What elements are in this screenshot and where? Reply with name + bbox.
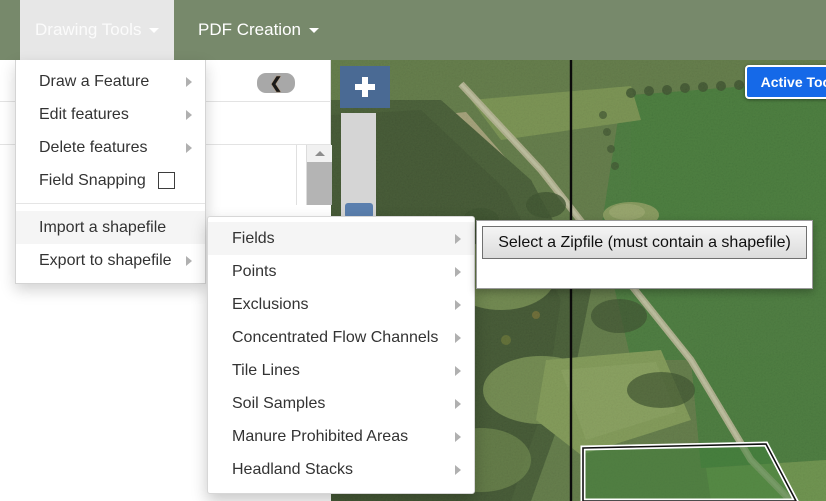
menu-item-label: Delete features (39, 138, 148, 156)
submenu-item-label: Concentrated Flow Channels (232, 328, 439, 346)
top-navbar: Drawing Tools PDF Creation (0, 0, 826, 60)
field-polygon (580, 441, 799, 501)
plus-icon (355, 77, 375, 97)
submenu-item-label: Fields (232, 229, 275, 247)
caret-down-icon (149, 27, 160, 33)
chevron-right-icon (186, 76, 192, 87)
menu-item-export-to-shapefile[interactable]: Export to shapefile (16, 244, 205, 277)
chevron-right-icon (455, 365, 461, 376)
sidebar-scrollbar[interactable] (306, 145, 332, 205)
chevron-right-icon (186, 109, 192, 120)
status-badge-active-tool: Active Tool: Edit (744, 65, 826, 99)
chevron-right-icon (455, 464, 461, 475)
submenu-item-label: Exclusions (232, 295, 309, 313)
menu-item-label: Edit features (39, 105, 129, 123)
submenu-item-headland-stacks[interactable]: Headland Stacks (208, 453, 474, 486)
menu-item-label: Import a shapefile (39, 218, 167, 236)
caret-down-icon (308, 27, 319, 33)
chevron-right-icon (455, 233, 461, 244)
submenu-item-label: Headland Stacks (232, 460, 353, 478)
submenu-item-label: Manure Prohibited Areas (232, 427, 409, 445)
sidebar-collapse-button[interactable]: ❮ (257, 73, 295, 93)
submenu-item-label: Soil Samples (232, 394, 326, 412)
chevron-right-icon (186, 255, 192, 266)
select-zipfile-body (477, 259, 812, 288)
menu-item-label: Draw a Feature (39, 72, 150, 90)
chevron-right-icon (455, 266, 461, 277)
nav-item-drawing-tools-label: Drawing Tools (35, 20, 142, 39)
chevron-right-icon (455, 431, 461, 442)
chevron-up-icon (314, 151, 325, 156)
nav-item-drawing-tools[interactable]: Drawing Tools (20, 0, 175, 60)
submenu-item-fields[interactable]: Fields (208, 222, 474, 255)
submenu-item-exclusions[interactable]: Exclusions (208, 288, 474, 321)
menu-item-delete-features[interactable]: Delete features (16, 131, 205, 164)
select-zipfile-button[interactable]: Select a Zipfile (must contain a shapefi… (482, 226, 807, 259)
submenu-item-soil-samples[interactable]: Soil Samples (208, 387, 474, 420)
scrollbar-thumb[interactable] (307, 162, 332, 205)
scrollbar-up-arrow[interactable] (307, 145, 332, 162)
submenu-item-manure-prohibited-areas[interactable]: Manure Prohibited Areas (208, 420, 474, 453)
menu-item-label: Export to shapefile (39, 251, 172, 269)
menu-item-edit-features[interactable]: Edit features (16, 98, 205, 131)
chevron-right-icon (186, 142, 192, 153)
submenu-item-label: Points (232, 262, 277, 280)
drawing-tools-dropdown[interactable]: Draw a Feature Edit features Delete feat… (15, 60, 206, 284)
submenu-item-tile-lines[interactable]: Tile Lines (208, 354, 474, 387)
nav-item-pdf-creation-label: PDF Creation (198, 20, 301, 39)
nav-item-pdf-creation[interactable]: PDF Creation (183, 0, 334, 60)
submenu-item-points[interactable]: Points (208, 255, 474, 288)
menu-divider (16, 203, 205, 204)
chevron-left-icon: ❮ (269, 74, 283, 92)
menu-item-import-a-shapefile[interactable]: Import a shapefile (16, 211, 205, 244)
submenu-item-concentrated-flow-channels[interactable]: Concentrated Flow Channels (208, 321, 474, 354)
menu-item-draw-a-feature[interactable]: Draw a Feature (16, 65, 205, 98)
submenu-item-label: Tile Lines (232, 361, 300, 379)
chevron-right-icon (455, 398, 461, 409)
field-snapping-checkbox[interactable] (157, 172, 175, 189)
menu-item-field-snapping[interactable]: Field Snapping (16, 164, 205, 197)
menu-item-label: Field Snapping (39, 171, 146, 189)
import-shapefile-submenu[interactable]: Fields Points Exclusions Concentrated Fl… (207, 216, 475, 494)
chevron-right-icon (455, 299, 461, 310)
zoom-in-button[interactable] (340, 66, 390, 108)
select-zipfile-popup[interactable]: Select a Zipfile (must contain a shapefi… (476, 220, 813, 289)
chevron-right-icon (455, 332, 461, 343)
